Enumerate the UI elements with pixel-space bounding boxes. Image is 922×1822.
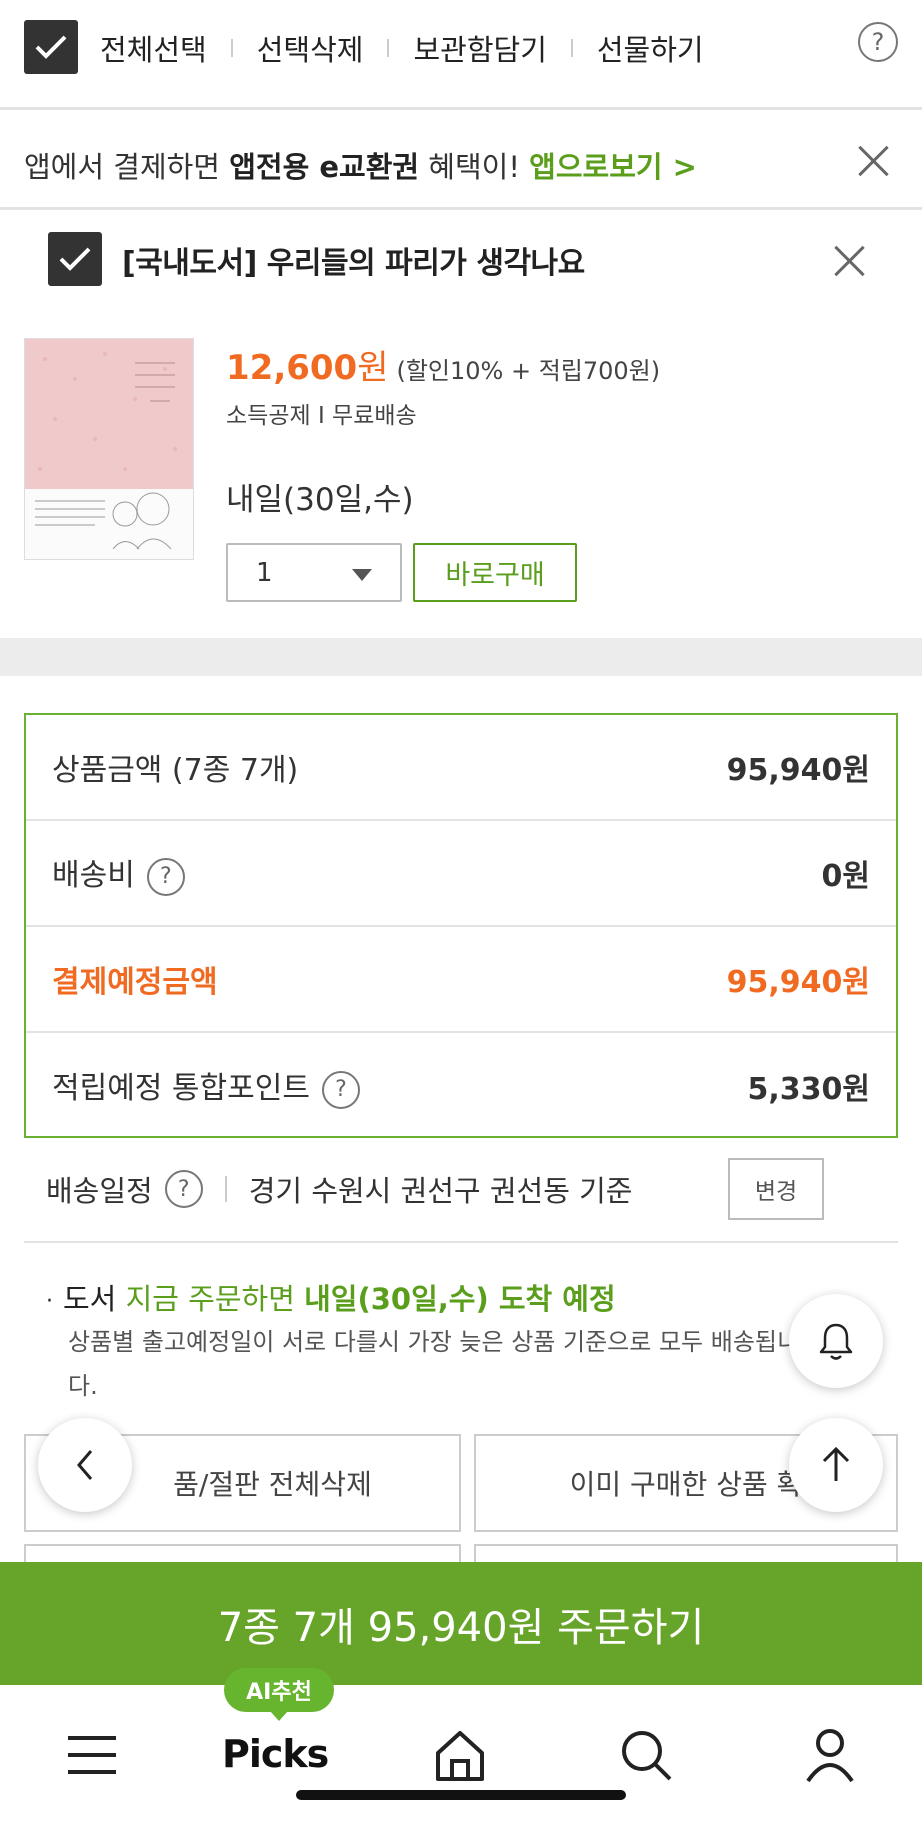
arrival-green: 지금 주문하면	[125, 1282, 305, 1316]
summary-value: 95,940원	[726, 965, 870, 1000]
banner-highlight: 앱전용 e교환권	[229, 150, 420, 184]
delete-soldout-label: 품/절판 전체삭제	[173, 1468, 372, 1501]
price-value: 12,600	[226, 348, 358, 388]
close-icon[interactable]	[856, 144, 890, 178]
divider	[570, 39, 573, 57]
delivery-schedule: 배송일정 ? 경기 수원시 권선구 권선동 기준	[46, 1168, 632, 1210]
top-bar: 전체선택 선택삭제 보관함담기 선물하기 ?	[0, 0, 922, 110]
points-label-group: 적립예정 통합포인트?	[52, 1063, 360, 1109]
summary-row-shipping: 배송비? 0원	[26, 821, 896, 927]
summary-row-subtotal: 상품금액 (7종 7개) 95,940원	[26, 715, 896, 821]
picks-tab[interactable]: Picks	[222, 1732, 329, 1776]
divider	[230, 39, 233, 57]
summary-value: 5,330원	[747, 1072, 871, 1107]
banner-suffix: 혜택이!	[419, 150, 530, 184]
help-icon[interactable]: ?	[164, 1170, 203, 1208]
book-cover-art	[25, 339, 193, 559]
product-price: 12,600원 (할인10% + 적립700원)	[226, 340, 660, 389]
summary-label: 상품금액 (7종 7개)	[52, 753, 299, 788]
help-icon[interactable]: ?	[858, 22, 898, 62]
check-icon	[35, 35, 67, 59]
top-menu: 전체선택 선택삭제 보관함담기 선물하기	[100, 26, 704, 70]
buy-now-button[interactable]: 바로구매	[413, 543, 577, 602]
back-button[interactable]	[38, 1418, 132, 1512]
divider	[24, 1241, 898, 1243]
gift-button[interactable]: 선물하기	[597, 27, 704, 69]
home-indicator	[296, 1790, 626, 1800]
summary-label: 결제예정금액	[52, 965, 218, 1000]
book-cover[interactable]	[24, 338, 194, 560]
summary-label: 배송비	[52, 858, 135, 894]
help-icon[interactable]: ?	[321, 1070, 360, 1109]
select-all-checkbox[interactable]	[24, 20, 78, 74]
section-divider	[0, 638, 922, 676]
summary-row-total: 결제예정금액 95,940원	[26, 927, 896, 1033]
bullet-icon: ·	[46, 1288, 53, 1314]
arrival-note: 상품별 출고예정일이 서로 다를시 가장 늦은 상품 기준으로 모두 배송됩니다…	[68, 1328, 800, 1400]
add-to-storage-button[interactable]: 보관함담기	[413, 27, 546, 69]
scroll-top-button[interactable]	[789, 1418, 883, 1512]
quantity-select[interactable]: 1	[226, 543, 402, 602]
menu-icon[interactable]	[62, 1725, 122, 1785]
arrival-date: 내일(30일,수) 도착 예정	[304, 1282, 616, 1316]
product-tags: 소득공제 I 무료배송	[226, 403, 417, 429]
arrival-notice: · 도서 지금 주문하면 내일(30일,수) 도착 예정	[46, 1276, 616, 1318]
notification-button[interactable]	[789, 1294, 883, 1388]
price-detail: (할인10% + 적립700원)	[396, 357, 661, 385]
order-summary: 상품금액 (7종 7개) 95,940원 배송비? 0원 결제예정금액 95,9…	[24, 713, 898, 1138]
delivery-date: 내일(30일,수)	[226, 482, 414, 518]
schedule-address: 경기 수원시 권선구 권선동 기준	[248, 1174, 633, 1208]
summary-value: 0원	[821, 859, 870, 894]
dropdown-caret-icon	[352, 569, 372, 581]
summary-row-points: 적립예정 통합포인트? 5,330원	[26, 1033, 896, 1139]
price-unit: 원	[357, 348, 389, 388]
home-icon[interactable]	[430, 1725, 490, 1785]
check-purchased-label: 이미 구매한 상품 확	[569, 1468, 803, 1501]
product-title[interactable]: [국내도서] 우리들의 파리가 생각나요	[122, 238, 585, 282]
product-checkbox[interactable]	[48, 232, 102, 286]
bottom-nav	[0, 1685, 922, 1822]
select-all-label[interactable]: 전체선택	[100, 27, 207, 69]
divider	[224, 1176, 227, 1202]
action-button[interactable]	[474, 1544, 898, 1564]
schedule-label: 배송일정	[46, 1174, 153, 1208]
shipping-label-group: 배송비?	[52, 850, 185, 896]
divider	[387, 39, 390, 57]
ai-recommend-badge[interactable]: AI추천	[224, 1668, 334, 1721]
action-button[interactable]	[24, 1544, 461, 1564]
bell-icon	[819, 1323, 853, 1360]
summary-label: 적립예정 통합포인트	[52, 1071, 310, 1107]
user-icon[interactable]	[800, 1725, 860, 1785]
help-icon[interactable]: ?	[146, 857, 185, 896]
check-icon	[59, 247, 91, 271]
banner-prefix: 앱에서 결제하면	[24, 150, 230, 184]
delete-selected-button[interactable]: 선택삭제	[257, 27, 364, 69]
open-app-link[interactable]: 앱으로보기 >	[529, 150, 697, 184]
order-button[interactable]: 7종 7개 95,940원 주문하기	[0, 1562, 922, 1685]
arrival-prefix: 도서	[63, 1282, 126, 1316]
quantity-value: 1	[256, 557, 273, 588]
chevron-left-icon	[77, 1450, 93, 1480]
app-banner: 앱에서 결제하면 앱전용 e교환권 혜택이! 앱으로보기 >	[0, 110, 922, 210]
banner-text: 앱에서 결제하면 앱전용 e교환권 혜택이! 앱으로보기 >	[24, 144, 697, 186]
arrow-up-icon	[822, 1446, 850, 1481]
change-address-button[interactable]: 변경	[728, 1158, 824, 1220]
remove-item-icon[interactable]	[832, 244, 866, 278]
search-icon[interactable]	[616, 1725, 676, 1785]
summary-value: 95,940원	[726, 753, 870, 788]
